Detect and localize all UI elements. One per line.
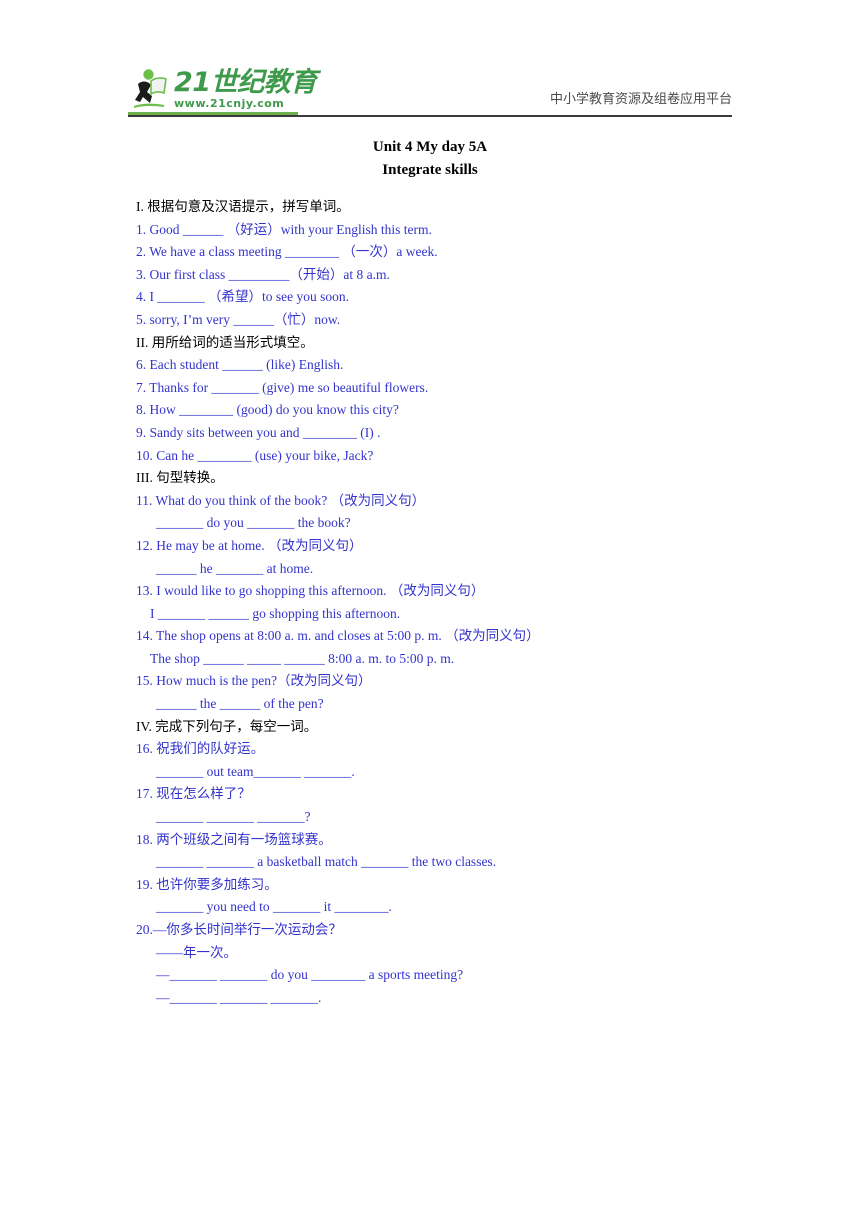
running-person-with-book-icon — [128, 66, 172, 110]
question-10: 10. Can he ________ (use) your bike, Jac… — [136, 447, 374, 463]
question-16: 16. 祝我们的队好运。 — [136, 741, 265, 757]
section-heading-1: I. 根据句意及汉语提示，拼写单词。 — [136, 199, 350, 214]
question-7: 7. Thanks for _______ (give) me so beaut… — [136, 379, 429, 395]
section-heading-3: III. 句型转换。 — [136, 470, 224, 486]
logo-url-text: www.21cnjy.com — [174, 97, 285, 110]
question-11: 11. What do you think of the book? （改为同义… — [136, 492, 426, 508]
header-divider — [128, 115, 732, 117]
answer-line-20b: —_______ _______ do you ________ a sport… — [156, 967, 464, 983]
answer-line-20a: ——年一次。 — [156, 944, 237, 960]
answer-line-17: _______ _______ _______? — [156, 809, 311, 825]
question-1: 1. Good ______ （好运）with your English thi… — [136, 221, 432, 237]
answer-line-15: ______ the ______ of the pen? — [156, 696, 324, 712]
title-line-2: Integrate skills — [382, 162, 478, 178]
answer-line-16: _______ out team_______ _______. — [156, 763, 355, 779]
section-heading-2: II. 用所给词的适当形式填空。 — [136, 334, 314, 350]
worksheet-page: 21世纪教育 www.21cnjy.com 中小学教育资源及组卷应用平台 Uni… — [0, 0, 860, 1216]
question-17: 17. 现在怎么样了？ — [136, 786, 251, 802]
question-6: 6. Each student ______ (like) English. — [136, 357, 344, 373]
header-tagline: 中小学教育资源及组卷应用平台 — [549, 92, 732, 107]
question-2: 2. We have a class meeting ________ （一次）… — [136, 244, 438, 260]
answer-line-20c: —_______ _______ _______. — [156, 989, 322, 1005]
question-3: 3. Our first class _________（开始）at 8 a.m… — [136, 266, 390, 282]
exercise-content: I. 根据句意及汉语提示，拼写单词。 1. Good ______ （好运）wi… — [136, 196, 776, 1009]
answer-line-14: The shop ______ _____ ______ 8:00 a. m. … — [150, 650, 455, 666]
answer-line-13: I _______ ______ go shopping this aftern… — [150, 605, 401, 621]
site-logo: 21世纪教育 www.21cnjy.com — [128, 62, 317, 110]
question-4: 4. I _______ （希望）to see you soon. — [136, 289, 349, 305]
question-19: 19. 也许你要多加练习。 — [136, 876, 278, 892]
logo-main-text: 21世纪教育 — [174, 67, 317, 98]
page-header: 21世纪教育 www.21cnjy.com 中小学教育资源及组卷应用平台 — [128, 62, 732, 118]
answer-line-12: ______ he _______ at home. — [156, 560, 314, 576]
page-title: Unit 4 My day 5A Integrate skills — [128, 136, 732, 182]
question-14: 14. The shop opens at 8:00 a. m. and clo… — [136, 628, 540, 644]
question-12: 12. He may be at home. （改为同义句） — [136, 537, 363, 553]
answer-line-19: _______ you need to _______ it ________. — [156, 899, 392, 915]
title-line-1: Unit 4 My day 5A — [372, 139, 488, 155]
question-15: 15. How much is the pen?（改为同义句） — [136, 673, 372, 689]
question-13: 13. I would like to go shopping this aft… — [136, 583, 485, 599]
question-9: 9. Sandy sits between you and ________ (… — [136, 424, 381, 440]
answer-line-18: _______ _______ a basketball match _____… — [156, 854, 497, 870]
answer-line-11: _______ do you _______ the book? — [156, 515, 351, 531]
section-heading-4: IV. 完成下列句子，每空一词。 — [136, 718, 318, 734]
question-8: 8. How ________ (good) do you know this … — [136, 402, 399, 418]
question-5: 5. sorry, I’m very ______（忙）now. — [136, 311, 341, 327]
question-20: 20.—你多长时间举行一次运动会？ — [136, 922, 342, 937]
question-18: 18. 两个班级之间有一场篮球赛。 — [136, 831, 332, 847]
